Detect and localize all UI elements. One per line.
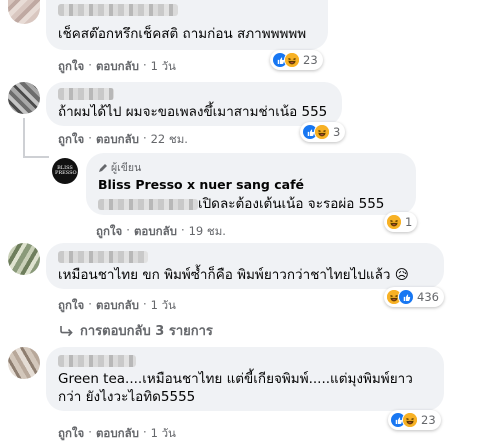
author-badge: ผู้เขียน <box>98 159 141 176</box>
reaction-count: 1 <box>405 215 413 229</box>
separator: · <box>88 58 92 72</box>
reaction-count: 3 <box>333 125 341 139</box>
separator: · <box>88 297 92 311</box>
thread-line <box>23 156 49 158</box>
commenter-name[interactable] <box>58 355 136 367</box>
reply-text: เปิดละต้องเต้นเน้อ จะรอผ่อ 555 <box>198 196 385 212</box>
separator: · <box>180 223 185 237</box>
timestamp[interactable]: 19 ชม. <box>189 223 226 241</box>
timestamp[interactable]: 1 วัน <box>151 297 176 315</box>
avatar[interactable] <box>8 0 40 24</box>
page-avatar-text: BLISS PRESSO <box>55 165 77 176</box>
timestamp[interactable]: 1 วัน <box>151 425 176 442</box>
reply-arrow-icon <box>60 325 73 336</box>
separator: · <box>142 58 147 72</box>
author-badge-label: ผู้เขียน <box>111 162 142 174</box>
avatar[interactable] <box>8 347 40 379</box>
page-avatar[interactable]: BLISS PRESSO <box>52 158 78 184</box>
like-button[interactable]: ถูกใจ <box>58 425 84 442</box>
comment-text-line-2: กว่า ยังไงวะไอทิด5555 <box>58 389 196 405</box>
reply-actions: ถูกใจ · ตอบกลับ · 19 ชม. <box>96 223 226 241</box>
reaction-count: 23 <box>303 53 318 67</box>
commenter-name[interactable] <box>58 4 178 16</box>
timestamp[interactable]: 22 ชม. <box>151 131 188 149</box>
comment-bubble: เช็คสต๊อกหรึกเช็คสติ ถามก่อน สภาพพพพพ <box>46 0 328 50</box>
comment-text: เช็คสต๊อกหรึกเช็คสติ ถามก่อน สภาพพพพพ <box>58 26 307 42</box>
separator: · <box>142 131 147 145</box>
haha-icon <box>284 52 300 68</box>
separator: · <box>126 223 130 237</box>
avatar[interactable] <box>8 243 40 275</box>
reaction-summary[interactable]: 1 <box>384 212 418 232</box>
reaction-summary[interactable]: 3 <box>300 122 346 142</box>
comment-text: ถ้าผมได้ไป ผมจะขอเพลงขึ้เมาสามช่าเน้อ 55… <box>58 104 328 120</box>
like-button[interactable]: ถูกใจ <box>58 297 84 315</box>
separator: · <box>88 425 92 439</box>
reply-button[interactable]: ตอบกลับ <box>134 223 177 241</box>
reaction-count: 23 <box>421 413 436 427</box>
thread-line <box>23 118 25 158</box>
haha-icon <box>402 412 418 428</box>
comment-actions: ถูกใจ · ตอบกลับ · 1 วัน <box>58 425 176 442</box>
view-replies-label: การตอบกลับ 3 รายการ <box>80 324 213 339</box>
like-button[interactable]: ถูกใจ <box>58 58 84 76</box>
view-replies-link[interactable]: การตอบกลับ 3 รายการ <box>60 320 213 341</box>
commenter-name[interactable] <box>58 251 148 263</box>
haha-icon <box>314 124 330 140</box>
haha-icon <box>386 214 402 230</box>
reply-button[interactable]: ตอบกลับ <box>96 131 139 149</box>
comment-actions: ถูกใจ · ตอบกลับ · 22 ชม. <box>58 131 188 149</box>
comment-bubble: ถ้าผมได้ไป ผมจะขอเพลงขึ้เมาสามช่าเน้อ 55… <box>46 82 342 126</box>
comment-text-line-1: Green tea....เหมือนชาไทย แต่ขี้เกียจพิมพ… <box>58 371 413 387</box>
reply-button[interactable]: ตอบกลับ <box>96 297 139 315</box>
reply-button[interactable]: ตอบกลับ <box>96 425 139 442</box>
reply-button[interactable]: ตอบกลับ <box>96 58 139 76</box>
like-button[interactable]: ถูกใจ <box>58 131 84 149</box>
reply-bubble: ผู้เขียน Bliss Presso x nuer sang café เ… <box>86 153 416 215</box>
comment-actions: ถูกใจ · ตอบกลับ · 1 วัน <box>58 58 176 76</box>
comment-bubble: Green tea....เหมือนชาไทย แต่ขี้เกียจพิมพ… <box>46 347 444 411</box>
like-icon <box>398 289 414 305</box>
reaction-count: 436 <box>417 290 439 304</box>
comment-actions: ถูกใจ · ตอบกลับ · 1 วัน <box>58 297 176 315</box>
separator: · <box>88 131 92 145</box>
pen-icon <box>99 163 107 172</box>
reply-author-name[interactable]: Bliss Presso x nuer sang café <box>98 177 304 192</box>
like-button[interactable]: ถูกใจ <box>96 223 122 241</box>
separator: · <box>142 425 147 439</box>
mentioned-name[interactable] <box>98 199 198 210</box>
reaction-summary[interactable]: 23 <box>388 410 441 430</box>
comment-bubble: เหมือนชาไทย ขก พิมพ์ซ้ำก็คือ พิมพ์ยาวกว่… <box>46 243 444 289</box>
separator: · <box>142 297 147 311</box>
timestamp[interactable]: 1 วัน <box>151 58 176 76</box>
comment-text: เหมือนชาไทย ขก พิมพ์ซ้ำก็คือ พิมพ์ยาวกว่… <box>58 267 409 283</box>
reaction-summary[interactable]: 436 <box>384 287 444 307</box>
avatar[interactable] <box>8 82 40 114</box>
reaction-summary[interactable]: 23 <box>270 50 323 70</box>
commenter-name[interactable] <box>58 88 114 100</box>
